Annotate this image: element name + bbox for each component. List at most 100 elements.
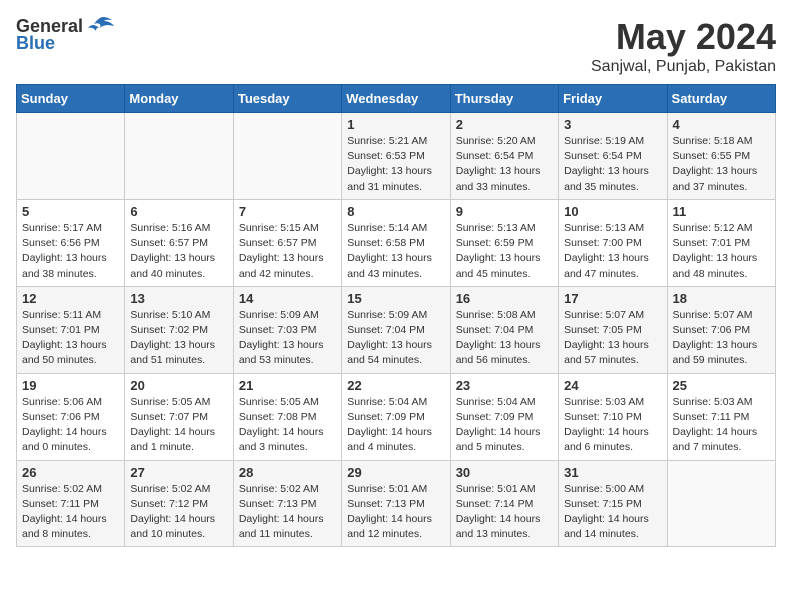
calendar-cell: 14 Sunrise: 5:09 AM Sunset: 7:03 PM Dayli…	[233, 286, 341, 373]
day-info: Sunrise: 5:02 AM Sunset: 7:12 PM Dayligh…	[130, 482, 227, 543]
calendar-cell: 11 Sunrise: 5:12 AM Sunset: 7:01 PM Dayli…	[667, 199, 775, 286]
calendar-cell: 12Sunrise: 5:11 AM Sunset: 7:01 PM Dayli…	[17, 286, 125, 373]
calendar-cell: 31 Sunrise: 5:00 AM Sunset: 7:15 PM Dayli…	[559, 460, 667, 547]
calendar-cell: 10Sunrise: 5:13 AM Sunset: 7:00 PM Dayli…	[559, 199, 667, 286]
day-number: 16	[456, 291, 553, 306]
calendar-cell: 29Sunrise: 5:01 AM Sunset: 7:13 PM Dayli…	[342, 460, 450, 547]
calendar-header-saturday: Saturday	[667, 85, 775, 113]
day-number: 31	[564, 465, 661, 480]
day-info: Sunrise: 5:07 AM Sunset: 7:05 PM Dayligh…	[564, 308, 661, 369]
day-info: Sunrise: 5:03 AM Sunset: 7:11 PM Dayligh…	[673, 395, 770, 456]
day-number: 7	[239, 204, 336, 219]
day-number: 20	[130, 378, 227, 393]
day-number: 24	[564, 378, 661, 393]
calendar-cell: 4Sunrise: 5:18 AM Sunset: 6:55 PM Daylig…	[667, 113, 775, 200]
calendar-cell: 3 Sunrise: 5:19 AM Sunset: 6:54 PM Daylig…	[559, 113, 667, 200]
day-info: Sunrise: 5:11 AM Sunset: 7:01 PM Dayligh…	[22, 308, 119, 369]
calendar-cell: 1 Sunrise: 5:21 AM Sunset: 6:53 PM Daylig…	[342, 113, 450, 200]
calendar-cell: 22 Sunrise: 5:04 AM Sunset: 7:09 PM Dayli…	[342, 373, 450, 460]
day-number: 3	[564, 117, 661, 132]
day-number: 28	[239, 465, 336, 480]
calendar-week-3: 12Sunrise: 5:11 AM Sunset: 7:01 PM Dayli…	[17, 286, 776, 373]
day-info: Sunrise: 5:09 AM Sunset: 7:04 PM Dayligh…	[347, 308, 444, 369]
calendar-header-friday: Friday	[559, 85, 667, 113]
day-number: 11	[673, 204, 770, 219]
day-info: Sunrise: 5:21 AM Sunset: 6:53 PM Dayligh…	[347, 134, 444, 195]
day-info: Sunrise: 5:16 AM Sunset: 6:57 PM Dayligh…	[130, 221, 227, 282]
day-info: Sunrise: 5:02 AM Sunset: 7:13 PM Dayligh…	[239, 482, 336, 543]
day-number: 21	[239, 378, 336, 393]
calendar-week-2: 5 Sunrise: 5:17 AM Sunset: 6:56 PM Daylig…	[17, 199, 776, 286]
calendar-cell	[125, 113, 233, 200]
day-number: 8	[347, 204, 444, 219]
day-number: 27	[130, 465, 227, 480]
day-info: Sunrise: 5:04 AM Sunset: 7:09 PM Dayligh…	[456, 395, 553, 456]
page-header: General Blue May 2024 Sanjwal, Punjab, P…	[16, 16, 776, 76]
day-info: Sunrise: 5:19 AM Sunset: 6:54 PM Dayligh…	[564, 134, 661, 195]
day-number: 17	[564, 291, 661, 306]
day-info: Sunrise: 5:20 AM Sunset: 6:54 PM Dayligh…	[456, 134, 553, 195]
day-info: Sunrise: 5:10 AM Sunset: 7:02 PM Dayligh…	[130, 308, 227, 369]
month-title: May 2024	[591, 16, 776, 58]
calendar-cell: 17 Sunrise: 5:07 AM Sunset: 7:05 PM Dayli…	[559, 286, 667, 373]
calendar-cell: 26Sunrise: 5:02 AM Sunset: 7:11 PM Dayli…	[17, 460, 125, 547]
day-info: Sunrise: 5:04 AM Sunset: 7:09 PM Dayligh…	[347, 395, 444, 456]
day-number: 15	[347, 291, 444, 306]
calendar-week-4: 19 Sunrise: 5:06 AM Sunset: 7:06 PM Dayli…	[17, 373, 776, 460]
calendar-week-1: 1 Sunrise: 5:21 AM Sunset: 6:53 PM Daylig…	[17, 113, 776, 200]
day-number: 9	[456, 204, 553, 219]
day-number: 25	[673, 378, 770, 393]
calendar-cell: 13 Sunrise: 5:10 AM Sunset: 7:02 PM Dayli…	[125, 286, 233, 373]
day-info: Sunrise: 5:08 AM Sunset: 7:04 PM Dayligh…	[456, 308, 553, 369]
day-info: Sunrise: 5:13 AM Sunset: 7:00 PM Dayligh…	[564, 221, 661, 282]
day-number: 30	[456, 465, 553, 480]
day-number: 1	[347, 117, 444, 132]
calendar-cell: 9Sunrise: 5:13 AM Sunset: 6:59 PM Daylig…	[450, 199, 558, 286]
day-info: Sunrise: 5:00 AM Sunset: 7:15 PM Dayligh…	[564, 482, 661, 543]
day-info: Sunrise: 5:05 AM Sunset: 7:07 PM Dayligh…	[130, 395, 227, 456]
title-area: May 2024 Sanjwal, Punjab, Pakistan	[591, 16, 776, 76]
calendar-cell: 5 Sunrise: 5:17 AM Sunset: 6:56 PM Daylig…	[17, 199, 125, 286]
day-info: Sunrise: 5:02 AM Sunset: 7:11 PM Dayligh…	[22, 482, 119, 543]
day-number: 5	[22, 204, 119, 219]
logo-bird-icon	[86, 16, 114, 36]
logo: General Blue	[16, 16, 114, 54]
calendar-cell: 28 Sunrise: 5:02 AM Sunset: 7:13 PM Dayli…	[233, 460, 341, 547]
calendar-week-5: 26Sunrise: 5:02 AM Sunset: 7:11 PM Dayli…	[17, 460, 776, 547]
day-info: Sunrise: 5:05 AM Sunset: 7:08 PM Dayligh…	[239, 395, 336, 456]
logo-blue-text: Blue	[16, 33, 55, 54]
calendar-cell	[17, 113, 125, 200]
day-info: Sunrise: 5:03 AM Sunset: 7:10 PM Dayligh…	[564, 395, 661, 456]
location-text: Sanjwal, Punjab, Pakistan	[591, 58, 776, 76]
calendar-cell	[233, 113, 341, 200]
day-info: Sunrise: 5:12 AM Sunset: 7:01 PM Dayligh…	[673, 221, 770, 282]
calendar-header-monday: Monday	[125, 85, 233, 113]
calendar-header-wednesday: Wednesday	[342, 85, 450, 113]
day-info: Sunrise: 5:09 AM Sunset: 7:03 PM Dayligh…	[239, 308, 336, 369]
calendar-cell: 2Sunrise: 5:20 AM Sunset: 6:54 PM Daylig…	[450, 113, 558, 200]
calendar-cell: 8 Sunrise: 5:14 AM Sunset: 6:58 PM Daylig…	[342, 199, 450, 286]
day-number: 6	[130, 204, 227, 219]
calendar-cell: 18Sunrise: 5:07 AM Sunset: 7:06 PM Dayli…	[667, 286, 775, 373]
calendar-cell: 30 Sunrise: 5:01 AM Sunset: 7:14 PM Dayli…	[450, 460, 558, 547]
day-number: 14	[239, 291, 336, 306]
day-number: 19	[22, 378, 119, 393]
day-number: 23	[456, 378, 553, 393]
calendar-cell: 25 Sunrise: 5:03 AM Sunset: 7:11 PM Dayli…	[667, 373, 775, 460]
calendar-cell: 20 Sunrise: 5:05 AM Sunset: 7:07 PM Dayli…	[125, 373, 233, 460]
calendar-cell: 6 Sunrise: 5:16 AM Sunset: 6:57 PM Daylig…	[125, 199, 233, 286]
day-number: 13	[130, 291, 227, 306]
day-info: Sunrise: 5:17 AM Sunset: 6:56 PM Dayligh…	[22, 221, 119, 282]
calendar-cell: 16 Sunrise: 5:08 AM Sunset: 7:04 PM Dayli…	[450, 286, 558, 373]
calendar-cell: 19 Sunrise: 5:06 AM Sunset: 7:06 PM Dayli…	[17, 373, 125, 460]
day-number: 4	[673, 117, 770, 132]
calendar-cell: 15 Sunrise: 5:09 AM Sunset: 7:04 PM Dayli…	[342, 286, 450, 373]
day-info: Sunrise: 5:01 AM Sunset: 7:14 PM Dayligh…	[456, 482, 553, 543]
calendar-cell: 23 Sunrise: 5:04 AM Sunset: 7:09 PM Dayli…	[450, 373, 558, 460]
day-number: 29	[347, 465, 444, 480]
calendar-cell: 27 Sunrise: 5:02 AM Sunset: 7:12 PM Dayli…	[125, 460, 233, 547]
calendar-cell: 24 Sunrise: 5:03 AM Sunset: 7:10 PM Dayli…	[559, 373, 667, 460]
day-info: Sunrise: 5:06 AM Sunset: 7:06 PM Dayligh…	[22, 395, 119, 456]
day-info: Sunrise: 5:14 AM Sunset: 6:58 PM Dayligh…	[347, 221, 444, 282]
day-number: 22	[347, 378, 444, 393]
